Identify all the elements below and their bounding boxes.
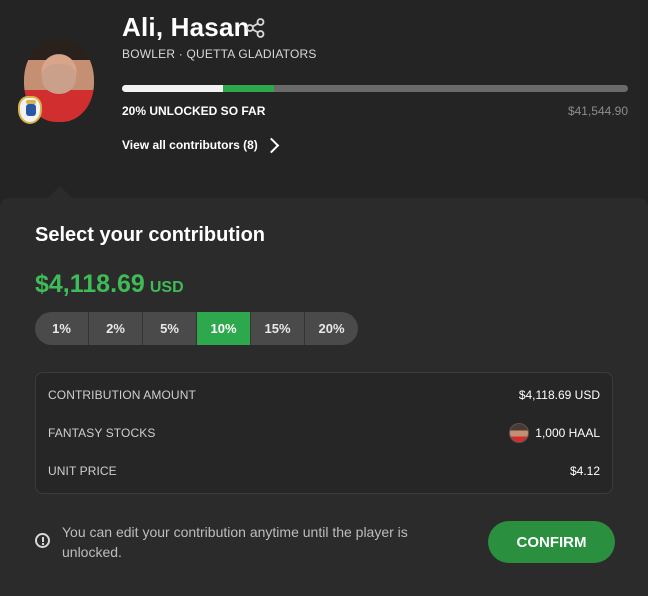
player-avatar (18, 38, 94, 128)
detail-key: FANTASY STOCKS (48, 426, 156, 440)
detail-key: UNIT PRICE (48, 464, 117, 478)
card-pointer (48, 186, 72, 198)
percentage-selector: 1% 2% 5% 10% 15% 20% (35, 312, 358, 345)
detail-key: CONTRIBUTION AMOUNT (48, 388, 196, 402)
contribution-details: CONTRIBUTION AMOUNT $4,118.69 USD FANTAS… (35, 372, 613, 494)
percentage-option-10pct[interactable]: 10% (197, 312, 251, 345)
player-name: Ali, Hasan (122, 12, 250, 42)
unlocked-status: 20% UNLOCKED SO FAR (122, 104, 266, 118)
confirm-label: CONFIRM (516, 533, 587, 551)
total-amount: $41,544.90 (567, 104, 628, 118)
percentage-option-20pct[interactable]: 20% (305, 312, 358, 345)
card-title: Select your contribution (35, 224, 266, 246)
fantasy-stocks-value: 1,000 HAAL (535, 426, 600, 440)
edit-note-text: You can edit your contribution anytime u… (62, 524, 408, 560)
player-role-team: BOWLER · QUETTA GLADIATORS (122, 47, 317, 61)
edit-note: You can edit your contribution anytime u… (35, 522, 455, 562)
chevron-right-icon (263, 137, 280, 154)
detail-value: 1,000 HAAL (509, 423, 600, 443)
detail-row-contribution-amount: CONTRIBUTION AMOUNT $4,118.69 USD (48, 385, 600, 405)
progress-fill-unlocked (122, 85, 224, 92)
detail-row-unit-price: UNIT PRICE $4.12 (48, 461, 600, 481)
detail-value: $4,118.69 USD (518, 388, 600, 402)
progress-fill-contribution (223, 85, 274, 92)
confirm-button[interactable]: CONFIRM (488, 521, 615, 563)
detail-value: $4.12 (569, 464, 600, 478)
contribution-currency: USD (149, 279, 184, 296)
view-contributors-link[interactable]: View all contributors (8) (122, 137, 280, 154)
percentage-option-2pct[interactable]: 2% (89, 312, 143, 345)
percentage-option-1pct[interactable]: 1% (35, 312, 89, 345)
share-icon[interactable] (245, 17, 267, 39)
detail-row-fantasy-stocks: FANTASY STOCKS 1,000 HAAL (48, 423, 600, 443)
percentage-option-5pct[interactable]: 5% (143, 312, 197, 345)
unlock-progress-bar (122, 85, 628, 92)
contribution-amount: $4,118.69 USD (35, 270, 184, 299)
contribution-amount-value: $4,118.69 (35, 270, 145, 298)
view-contributors-label: View all contributors (8) (122, 138, 258, 152)
percentage-option-15pct[interactable]: 15% (251, 312, 305, 345)
club-crest-icon (18, 96, 42, 124)
player-avatar-icon (509, 423, 530, 443)
info-icon (35, 533, 50, 548)
